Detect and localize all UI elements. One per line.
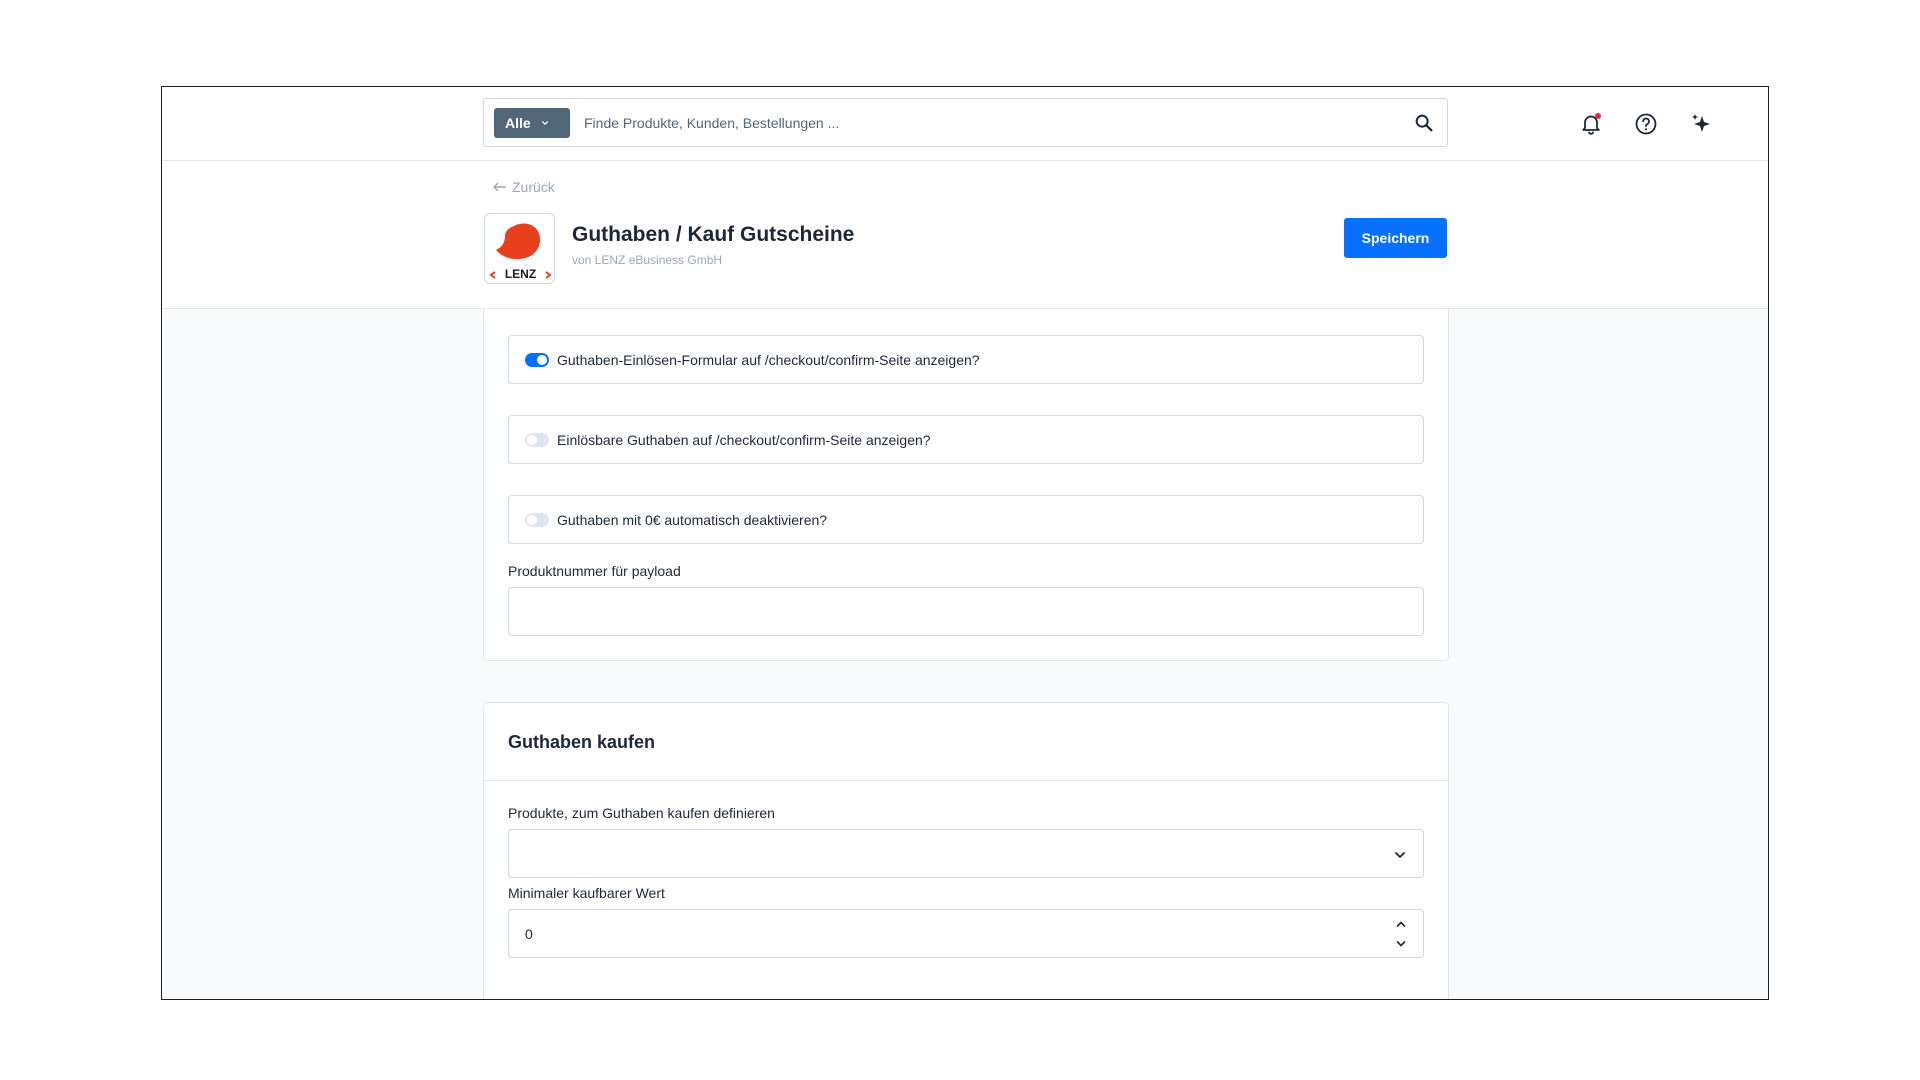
help-icon[interactable] [1633, 111, 1659, 137]
switch-field: Einlösbare Guthaben auf /checkout/confir… [508, 415, 1424, 464]
card-title: Guthaben kaufen [508, 732, 656, 752]
lenz-logo: LENZ [489, 223, 552, 281]
switch-field: Guthaben-Einlösen-Formular auf /checkout… [508, 335, 1424, 384]
switch-label: Guthaben mit 0€ automatisch deaktivieren… [557, 511, 828, 528]
toggle-switch[interactable] [525, 352, 549, 367]
switch-label: Einlösbare Guthaben auf /checkout/confir… [557, 431, 931, 448]
search-type-label: Alle [505, 115, 531, 131]
toggle-switch[interactable] [525, 432, 549, 447]
switch-field: Guthaben mit 0€ automatisch deaktivieren… [508, 495, 1424, 544]
page-title: Guthaben / Kauf Gutscheine [572, 223, 855, 246]
search-type-dropdown[interactable]: Alle [494, 108, 570, 138]
bell-icon[interactable] [1578, 111, 1604, 137]
number-stepper [1393, 916, 1409, 952]
app-window: Alle Finde Produkte, Kunden, Bestellunge… [161, 86, 1769, 1000]
min-value-field [508, 909, 1424, 958]
sparkles-icon[interactable] [1689, 111, 1715, 137]
global-search: Alle [483, 98, 1448, 147]
arrow-left-icon [493, 182, 506, 192]
app-vendor: von LENZ eBusiness GmbH [572, 253, 723, 267]
chevron-down-icon [541, 121, 548, 125]
min-value-input[interactable] [509, 910, 1423, 957]
decrement-button[interactable] [1393, 936, 1409, 952]
toggle-switch[interactable] [525, 512, 549, 527]
notification-dot [1595, 113, 1601, 119]
buy-credit-card: Guthaben kaufen Produkte, zum Guthaben k… [483, 702, 1449, 999]
product-number-input[interactable] [509, 588, 1423, 635]
logo-text: LENZ [505, 267, 536, 281]
main-content: Guthaben-Einlösen-Formular auf /checkout… [162, 309, 1768, 999]
top-bar: Alle [162, 87, 1768, 161]
divider [484, 780, 1448, 781]
chevron-down-icon [1395, 852, 1405, 858]
product-number-field [508, 587, 1424, 636]
chevron-up-icon [1396, 921, 1406, 927]
products-label: Produkte, zum Guthaben kaufen definieren [508, 805, 775, 821]
switch-label: Guthaben-Einlösen-Formular auf /checkout… [557, 351, 980, 368]
save-button[interactable]: Speichern [1344, 218, 1447, 258]
settings-card: Guthaben-Einlösen-Formular auf /checkout… [483, 309, 1449, 661]
search-input[interactable] [584, 111, 1344, 135]
chevron-down-icon [1396, 941, 1406, 947]
back-link[interactable]: Zurück [492, 179, 555, 195]
products-select[interactable] [508, 829, 1424, 878]
increment-button[interactable] [1393, 916, 1409, 932]
product-number-label: Produktnummer für payload [508, 563, 681, 579]
search-icon[interactable] [1413, 112, 1435, 134]
app-logo: LENZ [484, 213, 555, 284]
min-value-label: Minimaler kaufbarer Wert [508, 885, 665, 901]
page-header: Zurück LENZ Guthaben / Kauf Gutscheine v… [162, 161, 1768, 309]
back-label: Zurück [512, 179, 555, 195]
